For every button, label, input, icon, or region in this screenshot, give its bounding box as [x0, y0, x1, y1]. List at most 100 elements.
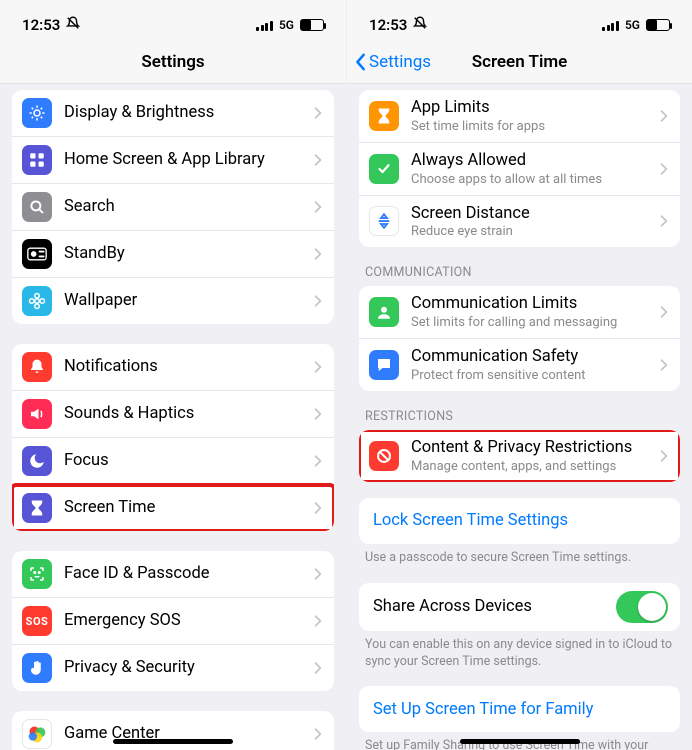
status-bar: 12:53 5G	[347, 0, 692, 40]
chevron-right-icon	[660, 214, 668, 228]
section-group: Lock Screen Time Settings	[359, 498, 680, 544]
chevron-right-icon	[660, 109, 668, 123]
phone-left: 12:53 5G Settings Display & BrightnessHo…	[0, 0, 346, 750]
app-limits-icon	[369, 101, 399, 131]
row-labels: Lock Screen Time Settings	[373, 511, 668, 531]
settings-row[interactable]: Face ID & Passcode	[12, 551, 334, 597]
toggle-switch[interactable]	[616, 591, 668, 623]
chevron-right-icon	[660, 449, 668, 463]
clock-text: 12:53	[369, 16, 407, 34]
detail-row[interactable]: Screen DistanceReduce eye strain	[359, 195, 680, 248]
nav-bar: Settings Screen Time	[347, 40, 692, 84]
row-labels: Communication SafetyProtect from sensiti…	[411, 347, 648, 383]
battery-icon	[300, 19, 324, 31]
clock-text: 12:53	[22, 16, 60, 34]
communication-limits-icon	[369, 297, 399, 327]
settings-row[interactable]: Screen Time	[12, 484, 334, 531]
settings-list[interactable]: Display & Brightness Home Screen & App Li…	[0, 84, 346, 750]
row-label: Set Up Screen Time for Family	[373, 700, 668, 720]
chevron-right-icon	[660, 162, 668, 176]
gamecenter-icon	[22, 719, 52, 749]
settings-group: Game CenteriCloudWallet & Apple Pay	[12, 711, 334, 750]
row-label: Screen Time	[64, 498, 302, 518]
row-label: StandBy	[64, 244, 302, 264]
chevron-right-icon	[314, 567, 322, 581]
focus-icon	[22, 446, 52, 476]
row-labels: Always AllowedChoose apps to allow at al…	[411, 151, 648, 187]
detail-row[interactable]: App LimitsSet time limits for apps	[359, 90, 680, 142]
nav-bar: Settings	[0, 40, 346, 84]
section-footer: You can enable this on any device signed…	[359, 631, 680, 671]
toggle-row[interactable]: Share Across Devices	[359, 583, 680, 631]
settings-row[interactable]: Wallpaper	[12, 277, 334, 324]
brightness-icon	[22, 98, 52, 128]
settings-row[interactable]: Notifications	[12, 344, 334, 390]
row-labels: Screen DistanceReduce eye strain	[411, 204, 648, 240]
row-label: Communication Limits	[411, 294, 648, 314]
detail-row[interactable]: Communication LimitsSet limits for calli…	[359, 286, 680, 338]
row-labels: Display & Brightness	[64, 103, 302, 123]
row-label: Emergency SOS	[64, 611, 302, 631]
communication-safety-icon	[369, 350, 399, 380]
detail-row[interactable]: Communication SafetyProtect from sensiti…	[359, 338, 680, 391]
chevron-right-icon	[660, 358, 668, 372]
home-indicator[interactable]	[460, 739, 580, 744]
row-label: Always Allowed	[411, 151, 648, 171]
row-labels: Screen Time	[64, 498, 302, 518]
content-privacy-icon	[369, 441, 399, 471]
row-label: Home Screen & App Library	[64, 150, 302, 170]
screen-time-list[interactable]: App LimitsSet time limits for apps Always…	[347, 84, 692, 750]
settings-row[interactable]: Focus	[12, 437, 334, 484]
chevron-right-icon	[314, 661, 322, 675]
row-label: Share Across Devices	[373, 597, 604, 617]
home-indicator[interactable]	[113, 739, 233, 744]
link-row[interactable]: Set Up Screen Time for Family	[359, 686, 680, 732]
standby-icon	[22, 239, 52, 269]
privacy-icon	[22, 653, 52, 683]
chevron-right-icon	[314, 200, 322, 214]
settings-row[interactable]: Game Center	[12, 711, 334, 750]
row-labels: Home Screen & App Library	[64, 150, 302, 170]
settings-row[interactable]: SOSEmergency SOS	[12, 597, 334, 644]
chevron-right-icon	[314, 727, 322, 741]
two-phone-screenshots: 12:53 5G Settings Display & Brightness Ho…	[0, 0, 692, 750]
chevron-right-icon	[314, 294, 322, 308]
row-labels: Communication LimitsSet limits for calli…	[411, 294, 648, 330]
row-labels: Sounds & Haptics	[64, 404, 302, 424]
row-sublabel: Manage content, apps, and settings	[411, 459, 648, 474]
screen-time-icon	[22, 493, 52, 523]
chevron-right-icon	[314, 153, 322, 167]
settings-row[interactable]: StandBy	[12, 230, 334, 277]
link-row[interactable]: Lock Screen Time Settings	[359, 498, 680, 544]
chevron-right-icon	[660, 305, 668, 319]
section-header: RESTRICTIONS	[359, 391, 680, 430]
screen-distance-icon	[369, 206, 399, 236]
row-label: Display & Brightness	[64, 103, 302, 123]
silent-icon	[66, 16, 80, 34]
settings-row[interactable]: Search	[12, 183, 334, 230]
detail-row[interactable]: Content & Privacy RestrictionsManage con…	[359, 430, 680, 482]
row-label: Search	[64, 197, 302, 217]
phone-right: 12:53 5G Settings Screen Time App Limits…	[346, 0, 692, 750]
row-label: Wallpaper	[64, 291, 302, 311]
settings-row[interactable]: Display & Brightness	[12, 90, 334, 136]
row-sublabel: Set limits for calling and messaging	[411, 315, 648, 330]
row-labels: Set Up Screen Time for Family	[373, 700, 668, 720]
row-sublabel: Set time limits for apps	[411, 119, 648, 134]
row-label: Communication Safety	[411, 347, 648, 367]
settings-row[interactable]: Home Screen & App Library	[12, 136, 334, 183]
detail-row[interactable]: Always AllowedChoose apps to allow at al…	[359, 142, 680, 195]
row-label: Face ID & Passcode	[64, 564, 302, 584]
back-button[interactable]: Settings	[355, 40, 431, 83]
section-header: COMMUNICATION	[359, 247, 680, 286]
page-title: Settings	[141, 52, 204, 72]
row-sublabel: Reduce eye strain	[411, 224, 648, 239]
settings-row[interactable]: Privacy & Security	[12, 644, 334, 691]
row-labels: Face ID & Passcode	[64, 564, 302, 584]
row-labels: Focus	[64, 451, 302, 471]
row-labels: Notifications	[64, 357, 302, 377]
row-labels: Content & Privacy RestrictionsManage con…	[411, 438, 648, 474]
row-labels: Share Across Devices	[373, 597, 604, 617]
chevron-right-icon	[314, 454, 322, 468]
settings-row[interactable]: Sounds & Haptics	[12, 390, 334, 437]
